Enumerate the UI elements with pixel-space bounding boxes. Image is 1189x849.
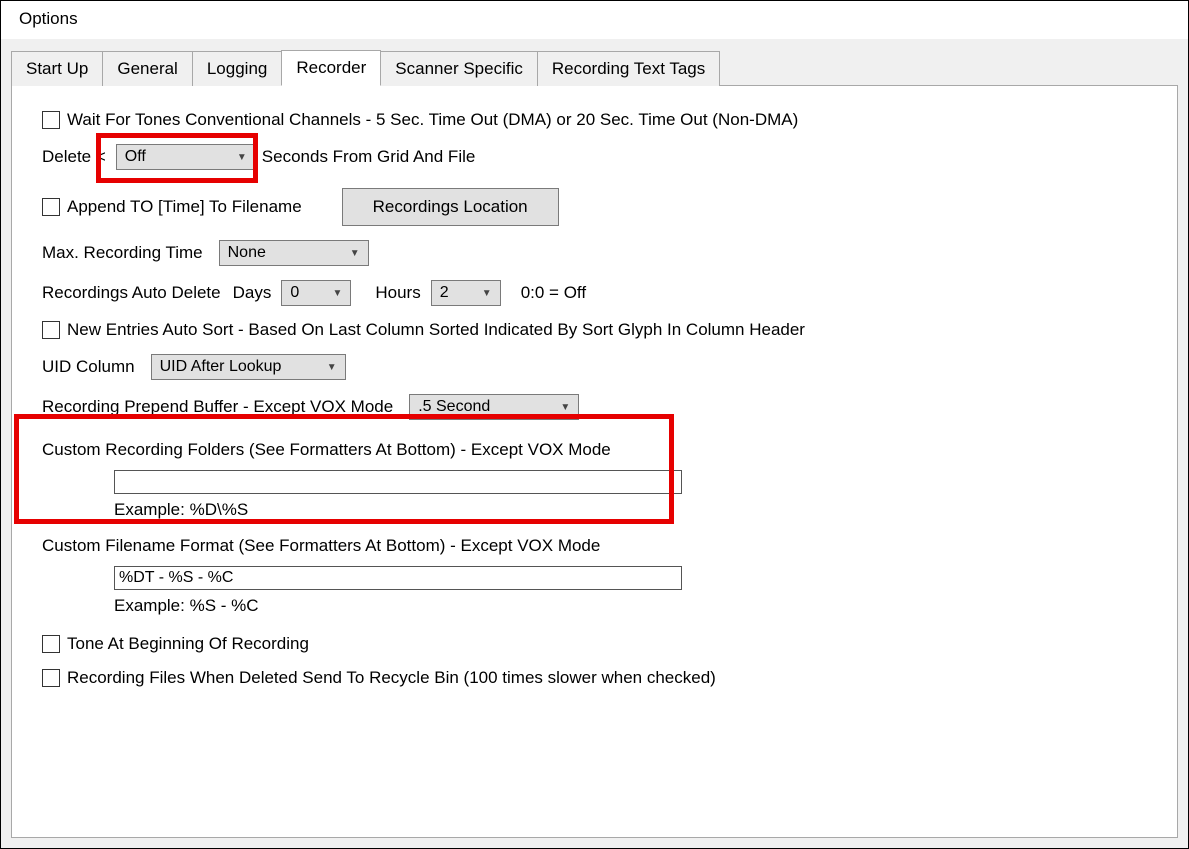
auto-delete-row: Recordings Auto Delete Days 0 ▼ Hours 2 … <box>42 280 1147 306</box>
tone-begin-label: Tone At Beginning Of Recording <box>67 634 309 654</box>
auto-delete-label: Recordings Auto Delete <box>42 283 221 303</box>
delete-less-row: Delete < Off ▼ Seconds From Grid And Fil… <box>42 144 1147 170</box>
recycle-label: Recording Files When Deleted Send To Rec… <box>67 668 716 688</box>
tab-label: Scanner Specific <box>395 59 523 78</box>
custom-folders-example-row: Example: %D\%S <box>42 500 1147 520</box>
custom-folders-label: Custom Recording Folders (See Formatters… <box>42 440 611 460</box>
delete-less-dropdown[interactable]: Off ▼ <box>116 144 256 170</box>
new-entries-sort-checkbox[interactable] <box>42 321 60 339</box>
custom-folders-block: Custom Recording Folders (See Formatters… <box>42 440 1147 520</box>
tab-logging[interactable]: Logging <box>192 51 283 86</box>
wait-tones-label: Wait For Tones Conventional Channels - 5… <box>67 110 798 130</box>
client-area: Start Up General Logging Recorder Scanne… <box>1 39 1188 848</box>
window-title: Options <box>1 1 1188 39</box>
append-to-checkbox[interactable] <box>42 198 60 216</box>
custom-folders-input-row <box>42 470 1147 494</box>
tab-label: General <box>117 59 177 78</box>
uid-column-label: UID Column <box>42 357 135 377</box>
max-rec-time-row: Max. Recording Time None ▼ <box>42 240 1147 266</box>
chevron-down-icon: ▼ <box>332 288 342 299</box>
custom-filename-label: Custom Filename Format (See Formatters A… <box>42 536 600 556</box>
delete-less-suffix: Seconds From Grid And File <box>262 147 476 167</box>
tab-scanner-specific[interactable]: Scanner Specific <box>380 51 538 86</box>
recycle-row: Recording Files When Deleted Send To Rec… <box>42 668 1147 688</box>
tab-strip: Start Up General Logging Recorder Scanne… <box>11 49 1178 85</box>
tab-label: Recorder <box>296 58 366 77</box>
prepend-buffer-value: .5 Second <box>418 398 490 416</box>
uid-column-value: UID After Lookup <box>160 358 282 376</box>
wait-tones-row: Wait For Tones Conventional Channels - 5… <box>42 110 1147 130</box>
delete-less-prefix: Delete < <box>42 147 106 167</box>
prepend-buffer-row: Recording Prepend Buffer - Except VOX Mo… <box>42 394 1147 420</box>
chevron-down-icon: ▼ <box>482 288 492 299</box>
append-to-row: Append TO [Time] To Filename Recordings … <box>42 188 1147 226</box>
auto-delete-days-label: Days <box>233 283 272 303</box>
tab-label: Logging <box>207 59 268 78</box>
delete-less-value: Off <box>125 148 146 166</box>
custom-filename-block: Custom Filename Format (See Formatters A… <box>42 536 1147 616</box>
new-entries-sort-row: New Entries Auto Sort - Based On Last Co… <box>42 320 1147 340</box>
options-dialog: Options Start Up General Logging Recorde… <box>0 0 1189 849</box>
prepend-buffer-label: Recording Prepend Buffer - Except VOX Mo… <box>42 397 393 417</box>
auto-delete-hint: 0:0 = Off <box>521 283 586 303</box>
tab-label: Recording Text Tags <box>552 59 705 78</box>
custom-filename-example-row: Example: %S - %C <box>42 596 1147 616</box>
max-rec-time-value: None <box>228 244 266 262</box>
tab-label: Start Up <box>26 59 88 78</box>
auto-delete-days-value: 0 <box>290 284 299 302</box>
chevron-down-icon: ▼ <box>350 248 360 259</box>
tone-begin-row: Tone At Beginning Of Recording <box>42 634 1147 654</box>
recorder-panel: Wait For Tones Conventional Channels - 5… <box>11 85 1178 838</box>
tab-general[interactable]: General <box>102 51 192 86</box>
max-rec-time-dropdown[interactable]: None ▼ <box>219 240 369 266</box>
auto-delete-days-dropdown[interactable]: 0 ▼ <box>281 280 351 306</box>
chevron-down-icon: ▼ <box>560 402 570 413</box>
append-to-label: Append TO [Time] To Filename <box>67 197 302 217</box>
tab-recording-text-tags[interactable]: Recording Text Tags <box>537 51 720 86</box>
custom-filename-example: Example: %S - %C <box>114 596 259 616</box>
auto-delete-hours-value: 2 <box>440 284 449 302</box>
tone-begin-checkbox[interactable] <box>42 635 60 653</box>
recordings-location-button[interactable]: Recordings Location <box>342 188 559 226</box>
custom-folders-label-row: Custom Recording Folders (See Formatters… <box>42 440 1147 460</box>
recycle-checkbox[interactable] <box>42 669 60 687</box>
custom-folders-input[interactable] <box>114 470 682 494</box>
auto-delete-hours-dropdown[interactable]: 2 ▼ <box>431 280 501 306</box>
uid-column-dropdown[interactable]: UID After Lookup ▼ <box>151 354 346 380</box>
prepend-buffer-dropdown[interactable]: .5 Second ▼ <box>409 394 579 420</box>
chevron-down-icon: ▼ <box>327 362 337 373</box>
chevron-down-icon: ▼ <box>237 152 247 163</box>
tab-start-up[interactable]: Start Up <box>11 51 103 86</box>
tab-recorder[interactable]: Recorder <box>281 50 381 86</box>
custom-folders-example: Example: %D\%S <box>114 500 248 520</box>
max-rec-time-label: Max. Recording Time <box>42 243 203 263</box>
custom-filename-input-row <box>42 566 1147 590</box>
custom-filename-label-row: Custom Filename Format (See Formatters A… <box>42 536 1147 556</box>
new-entries-sort-label: New Entries Auto Sort - Based On Last Co… <box>67 320 805 340</box>
wait-tones-checkbox[interactable] <box>42 111 60 129</box>
uid-column-row: UID Column UID After Lookup ▼ <box>42 354 1147 380</box>
custom-filename-input[interactable] <box>114 566 682 590</box>
auto-delete-hours-label: Hours <box>375 283 420 303</box>
